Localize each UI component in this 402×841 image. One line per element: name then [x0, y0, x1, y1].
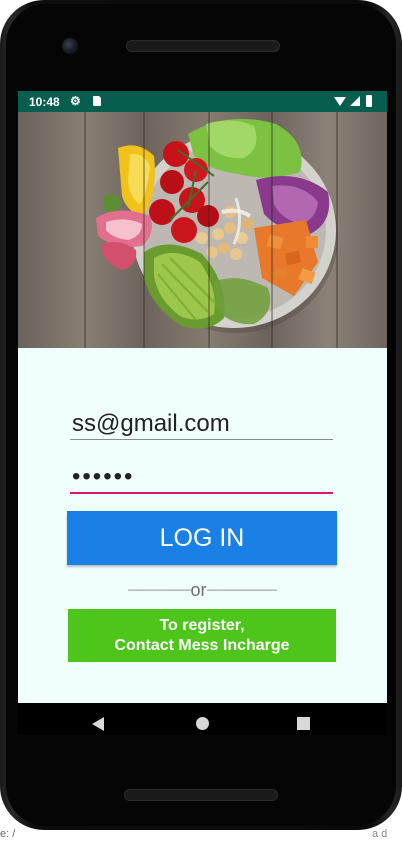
register-line-1: To register, [159, 616, 245, 634]
divider-dashes-right: ------------------------------ [206, 584, 278, 596]
register-button[interactable]: To register, Contact Mess Incharge [68, 609, 336, 662]
battery-icon [366, 95, 372, 107]
or-divider: ---------------------------or-----------… [66, 579, 338, 601]
navigation-bar [18, 703, 387, 735]
front-camera [62, 38, 78, 54]
recents-icon[interactable] [297, 717, 310, 730]
page-fragment-left: e: / [0, 828, 16, 840]
gear-icon: ⚙ [70, 94, 81, 108]
wifi-icon [334, 97, 346, 106]
or-label: or [190, 579, 207, 600]
email-field[interactable] [70, 408, 333, 440]
status-time: 10:48 [29, 95, 60, 109]
app-screen: 10:48 ⚙ ss@gmail.com •••••• LOG IN -----… [18, 91, 387, 735]
salad-bowl-photo [18, 112, 387, 348]
back-icon[interactable] [92, 717, 104, 731]
phone-frame: 10:48 ⚙ ss@gmail.com •••••• LOG IN -----… [0, 0, 402, 830]
home-icon[interactable] [196, 717, 209, 730]
register-line-2: Contact Mess Incharge [114, 636, 290, 654]
login-form: LOG IN ---------------------------or----… [18, 348, 387, 703]
earpiece-speaker [126, 40, 280, 52]
status-bar: 10:48 ⚙ [18, 91, 387, 112]
page-fragment-right: a d [372, 828, 388, 840]
signal-icon [350, 96, 360, 106]
login-button[interactable]: LOG IN [67, 511, 337, 565]
bottom-speaker [124, 789, 278, 801]
sd-card-icon [93, 96, 101, 106]
salad-bowl-illustration [96, 118, 338, 333]
password-field[interactable] [70, 461, 333, 494]
divider-dashes-left: --------------------------- [127, 584, 192, 596]
